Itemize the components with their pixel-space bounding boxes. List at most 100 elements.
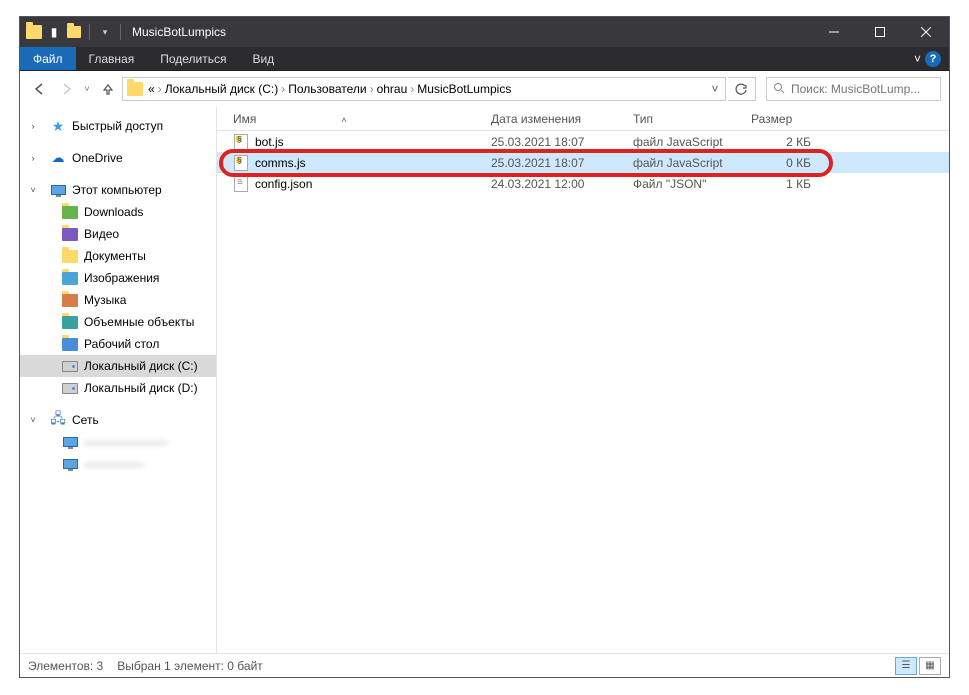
folder-icon [62, 226, 78, 242]
js-file-icon [233, 134, 249, 150]
drive-icon [62, 380, 78, 396]
navigation-pane: › ★ Быстрый доступ ›☁OneDrive ˅ Этот компью… [20, 107, 217, 653]
sidebar-item-onedrive[interactable]: ›☁OneDrive [20, 147, 216, 169]
file-name: comms.js [255, 156, 491, 170]
status-selection: Выбран 1 элемент: 0 байт [117, 659, 263, 673]
minimize-button[interactable] [811, 17, 857, 47]
tab-view[interactable]: Вид [239, 47, 287, 70]
folder-icon [62, 204, 78, 220]
expand-icon[interactable]: › [28, 121, 38, 131]
view-details-button[interactable]: ☰ [895, 657, 917, 675]
sidebar-item-downloads[interactable]: Downloads [20, 201, 216, 223]
sidebar-item-documents[interactable]: Документы [20, 245, 216, 267]
sidebar-item-thispc[interactable]: ˅ Этот компьютер [20, 179, 216, 201]
header-name[interactable]: Имя˄ [233, 112, 491, 126]
star-icon: ★ [50, 118, 66, 134]
status-bar: Элементов: 3 Выбран 1 элемент: 0 байт ☰ … [20, 653, 949, 677]
sidebar-item-videos[interactable]: Видео [20, 223, 216, 245]
sidebar-item-label: Downloads [84, 205, 143, 219]
close-button[interactable] [903, 17, 949, 47]
breadcrumb-seg-1[interactable]: Пользователи [285, 82, 369, 96]
sidebar-item-label: Видео [84, 227, 119, 241]
refresh-button[interactable] [728, 77, 756, 101]
search-box[interactable] [766, 77, 941, 101]
sidebar-item-music[interactable]: Музыка [20, 289, 216, 311]
sidebar-item-label: Этот компьютер [72, 183, 162, 197]
collapse-icon[interactable]: ˅ [28, 415, 38, 425]
maximize-button[interactable] [857, 17, 903, 47]
file-row[interactable]: bot.js 25.03.2021 18:07 файл JavaScript … [217, 131, 949, 152]
sidebar-item-label: Изображения [84, 271, 159, 285]
computer-icon [62, 434, 78, 450]
file-name: config.json [255, 177, 491, 191]
tab-file[interactable]: Файл [20, 47, 76, 70]
sort-ascending-icon: ˄ [341, 115, 346, 125]
forward-button[interactable] [54, 77, 78, 101]
breadcrumb-seg-2[interactable]: ohrau [374, 82, 411, 96]
qat-dropdown-icon[interactable]: ▾ [97, 24, 113, 40]
breadcrumb-seg-3[interactable]: MusicBotLumpics [414, 82, 514, 96]
header-size[interactable]: Размер [751, 112, 821, 126]
qat-newfolder-icon[interactable] [66, 24, 82, 40]
help-icon[interactable]: ? [925, 51, 941, 67]
address-bar: ˅ « › Локальный диск (C:) › Пользователи… [20, 71, 949, 107]
computer-icon [62, 456, 78, 472]
titlebar[interactable]: ▮ ▾ MusicBotLumpics [20, 17, 949, 47]
header-type[interactable]: Тип [633, 112, 751, 126]
breadcrumb-folder-icon [127, 82, 143, 96]
expand-icon[interactable]: › [28, 153, 38, 163]
app-folder-icon [26, 24, 42, 40]
sidebar-item-label: Быстрый доступ [72, 119, 163, 133]
sidebar-item-network-pc[interactable]: ——————— [20, 431, 216, 453]
sidebar-item-desktop[interactable]: Рабочий стол [20, 333, 216, 355]
file-size: 1 КБ [751, 177, 811, 191]
breadcrumb[interactable]: « › Локальный диск (C:) › Пользователи ›… [122, 77, 726, 101]
search-input[interactable] [791, 82, 934, 96]
window-title: MusicBotLumpics [132, 25, 226, 39]
search-icon [773, 82, 785, 97]
file-size: 0 КБ [751, 156, 811, 170]
address-dropdown-icon[interactable]: ˅ [705, 82, 725, 96]
file-type: файл JavaScript [633, 135, 751, 149]
folder-icon [62, 336, 78, 352]
folder-icon [62, 270, 78, 286]
back-button[interactable] [28, 77, 52, 101]
tab-share[interactable]: Поделиться [147, 47, 239, 70]
sidebar-item-network[interactable]: ˅🖧Сеть [20, 409, 216, 431]
sidebar-item-quickaccess[interactable]: › ★ Быстрый доступ [20, 115, 216, 137]
breadcrumb-seg-0[interactable]: Локальный диск (C:) [162, 82, 282, 96]
file-row[interactable]: config.json 24.03.2021 12:00 Файл "JSON"… [217, 173, 949, 194]
sidebar-item-network-pc[interactable]: ————— [20, 453, 216, 475]
folder-icon [62, 292, 78, 308]
view-largeicons-button[interactable]: ▦ [919, 657, 941, 675]
ribbon-expand-icon[interactable]: ˅ [914, 52, 921, 66]
sidebar-item-pictures[interactable]: Изображения [20, 267, 216, 289]
folder-icon [62, 314, 78, 330]
sidebar-item-label: Документы [84, 249, 146, 263]
sidebar-item-label: ——————— [84, 435, 168, 449]
sidebar-item-drive-d[interactable]: Локальный диск (D:) [20, 377, 216, 399]
drive-icon [62, 358, 78, 374]
ribbon: Файл Главная Поделиться Вид ˅ ? [20, 47, 949, 71]
sidebar-item-label: ————— [84, 457, 144, 471]
up-button[interactable] [96, 77, 120, 101]
tab-home[interactable]: Главная [76, 47, 148, 70]
collapse-icon[interactable]: ˅ [28, 185, 38, 195]
file-row[interactable]: comms.js 25.03.2021 18:07 файл JavaScrip… [217, 152, 949, 173]
column-headers: Имя˄ Дата изменения Тип Размер [217, 107, 949, 131]
network-icon: 🖧 [50, 412, 66, 428]
sidebar-item-label: OneDrive [72, 151, 123, 165]
json-file-icon [233, 176, 249, 192]
sidebar-item-label: Объемные объекты [84, 315, 194, 329]
sidebar-item-label: Рабочий стол [84, 337, 159, 351]
header-date[interactable]: Дата изменения [491, 112, 633, 126]
sidebar-item-3dobjects[interactable]: Объемные объекты [20, 311, 216, 333]
explorer-window: ▮ ▾ MusicBotLumpics Файл Главная Поделит… [19, 16, 950, 678]
qat-properties-icon[interactable]: ▮ [46, 24, 62, 40]
breadcrumb-overflow[interactable]: « [145, 82, 158, 96]
recent-dropdown-icon[interactable]: ˅ [80, 77, 94, 101]
file-list-pane: Имя˄ Дата изменения Тип Размер bot.js 25… [217, 107, 949, 653]
computer-icon [50, 182, 66, 198]
js-file-icon [233, 155, 249, 171]
sidebar-item-drive-c[interactable]: Локальный диск (C:) [20, 355, 216, 377]
